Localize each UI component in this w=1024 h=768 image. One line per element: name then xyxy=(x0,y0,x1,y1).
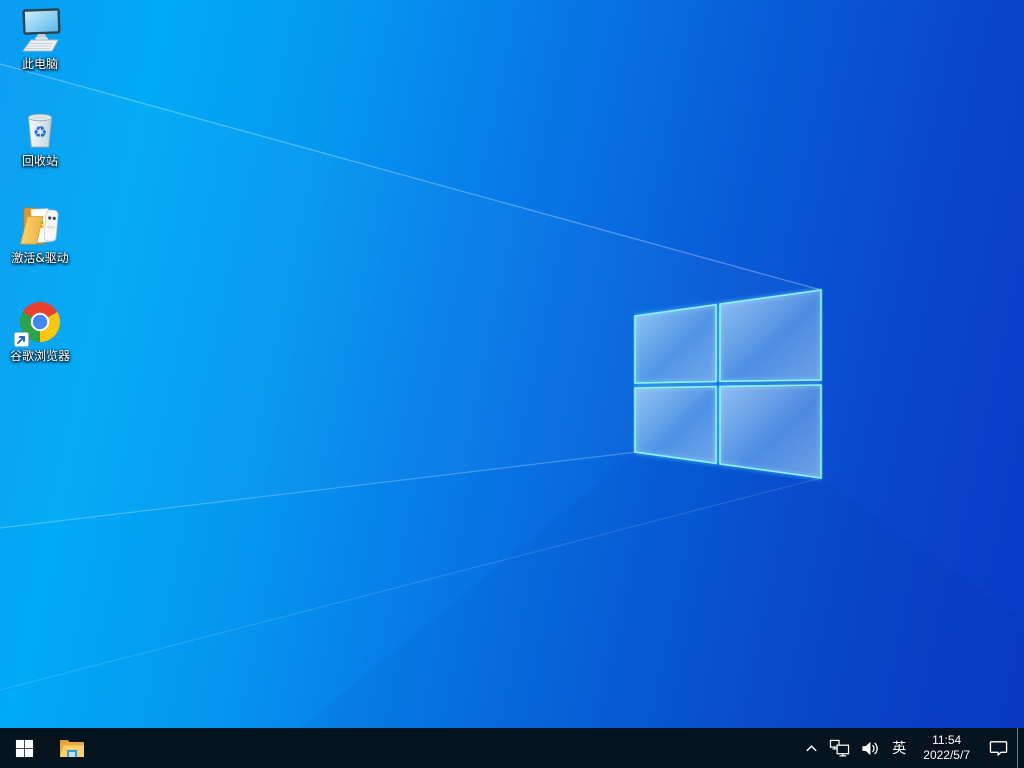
taskbar-empty-area[interactable] xyxy=(96,728,799,768)
wallpaper-light-rays xyxy=(0,63,1024,728)
ime-indicator[interactable]: 英 xyxy=(884,728,914,768)
recycle-bin-icon: ♻ xyxy=(27,113,53,148)
action-center-button[interactable] xyxy=(979,728,1017,768)
file-explorer-button[interactable] xyxy=(48,728,96,768)
desktop-icon-label: 谷歌浏览器 xyxy=(9,349,70,363)
start-button[interactable] xyxy=(0,728,48,768)
notification-bubble-icon xyxy=(989,740,1007,756)
windows-start-icon xyxy=(15,739,33,757)
desktop-icon-this-pc[interactable]: 此电脑 xyxy=(1,6,79,71)
taskbar: 英 11:54 2022/5/7 xyxy=(0,728,1024,768)
wallpaper-windows-logo xyxy=(634,289,822,479)
clock-date: 2022/5/7 xyxy=(923,748,970,762)
desktop-icon-label: 此电脑 xyxy=(21,57,58,71)
speaker-volume-icon xyxy=(862,741,879,755)
tray-clock[interactable]: 11:54 2022/5/7 xyxy=(914,728,979,768)
volume-button[interactable] xyxy=(855,728,884,768)
shortcut-arrow-icon xyxy=(14,332,29,347)
monitor-keyboard-icon xyxy=(22,8,61,52)
desktop-surface[interactable]: 此电脑 ♻ 回收站 激活&驱动 谷歌浏览器 xyxy=(0,0,1024,728)
desktop-icon-column: 此电脑 ♻ 回收站 激活&驱动 谷歌浏览器 xyxy=(1,0,79,728)
chevron-up-icon xyxy=(806,744,817,751)
show-desktop-button[interactable] xyxy=(1017,728,1024,768)
open-folder-icon xyxy=(19,207,59,245)
desktop-icon-activation-folder[interactable]: 激活&驱动 xyxy=(1,200,79,265)
file-explorer-icon xyxy=(60,740,84,757)
desktop-icon-label: 回收站 xyxy=(21,154,58,168)
desktop-icon-chrome[interactable]: 谷歌浏览器 xyxy=(1,298,79,363)
windows-desktop-screen: 此电脑 ♻ 回收站 激活&驱动 谷歌浏览器 英 11:54 2022/5/7 xyxy=(0,0,1024,768)
system-tray: 英 11:54 2022/5/7 xyxy=(799,728,1024,768)
desktop-icon-recycle-bin[interactable]: ♻ 回收站 xyxy=(1,103,79,168)
svg-text:♻: ♻ xyxy=(33,123,47,142)
clock-time: 11:54 xyxy=(932,733,962,747)
ethernet-network-icon xyxy=(830,739,850,757)
desktop-icon-label: 激活&驱动 xyxy=(11,251,69,265)
network-button[interactable] xyxy=(824,728,855,768)
tray-overflow-button[interactable] xyxy=(799,728,824,768)
